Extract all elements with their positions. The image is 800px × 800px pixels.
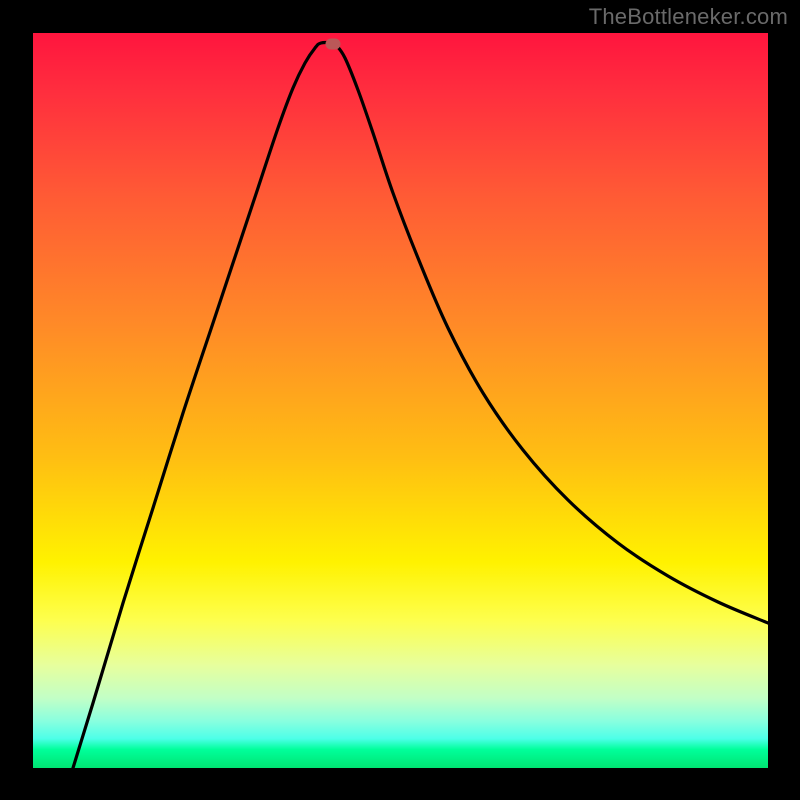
- bottleneck-curve: [73, 43, 768, 768]
- watermark-text: TheBottleneker.com: [589, 4, 788, 30]
- plot-area: [33, 33, 768, 768]
- chart-frame: TheBottleneker.com: [0, 0, 800, 800]
- optimal-marker: [326, 39, 341, 50]
- curve-layer: [33, 33, 768, 768]
